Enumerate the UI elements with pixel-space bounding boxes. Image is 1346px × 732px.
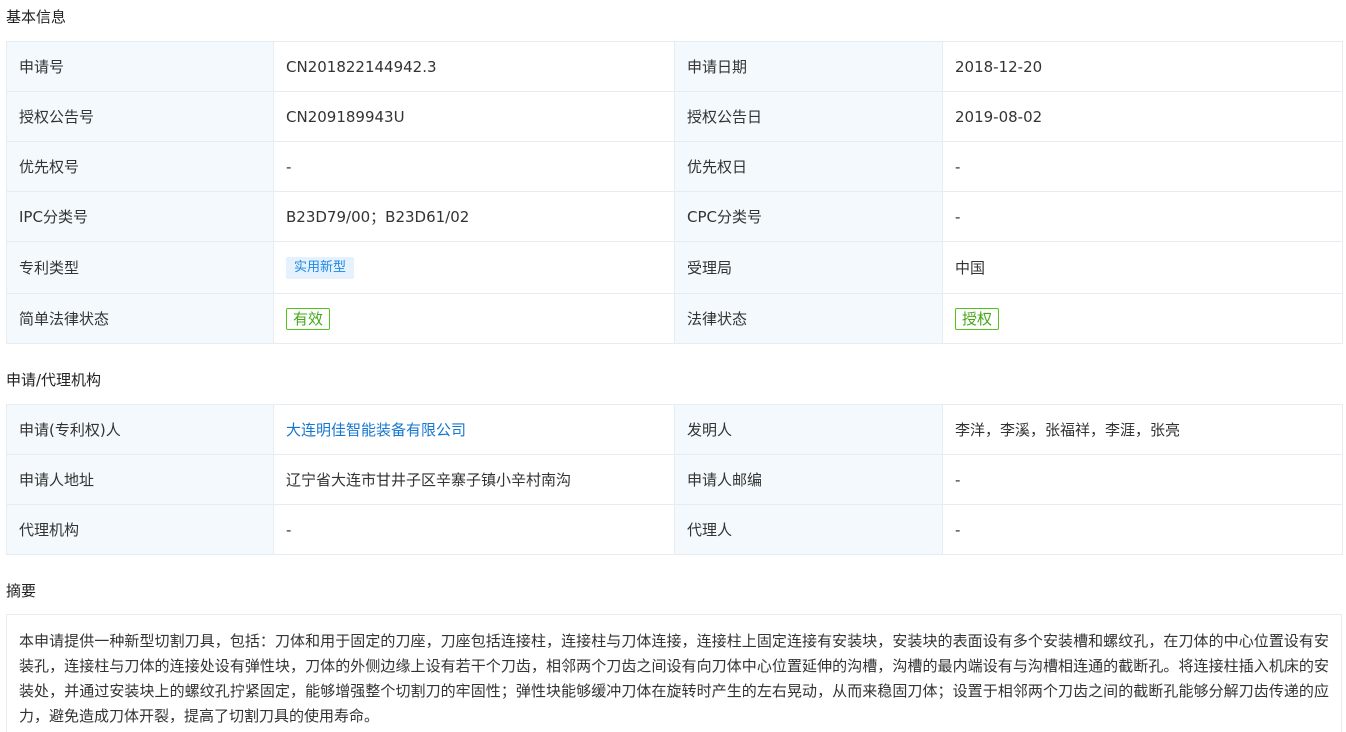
- table-row: 代理机构 - 代理人 -: [6, 504, 1343, 555]
- section-title-abstract: 摘要: [6, 582, 37, 600]
- table-row: 申请人地址 辽宁省大连市甘井子区辛寨子镇小辛村南沟 申请人邮编 -: [6, 454, 1343, 505]
- value-ipc-classification: B23D79/00；B23D61/02: [273, 191, 675, 242]
- value-receiving-office: 中国: [942, 241, 1343, 294]
- value-application-date: 2018-12-20: [942, 41, 1343, 92]
- value-simple-legal-status: 有效: [273, 293, 675, 344]
- table-row: 授权公告号 CN209189943U 授权公告日 2019-08-02: [6, 91, 1343, 142]
- value-priority-number: -: [273, 141, 675, 192]
- label-applicant-address: 申请人地址: [6, 454, 274, 505]
- value-grant-publication-number: CN209189943U: [273, 91, 675, 142]
- basic-info-table: 申请号 CN201822144942.3 申请日期 2018-12-20 授权公…: [6, 41, 1343, 344]
- table-row: 优先权号 - 优先权日 -: [6, 141, 1343, 192]
- simple-legal-status-badge: 有效: [286, 307, 331, 330]
- label-simple-legal-status: 简单法律状态: [6, 293, 274, 344]
- label-patent-type: 专利类型: [6, 241, 274, 294]
- value-application-number: CN201822144942.3: [273, 41, 675, 92]
- label-priority-number: 优先权号: [6, 141, 274, 192]
- label-applicant: 申请(专利权)人: [6, 404, 274, 455]
- label-receiving-office: 受理局: [674, 241, 943, 294]
- value-agent: -: [942, 504, 1343, 555]
- label-grant-publication-date: 授权公告日: [674, 91, 943, 142]
- value-grant-publication-date: 2019-08-02: [942, 91, 1343, 142]
- label-priority-date: 优先权日: [674, 141, 943, 192]
- label-applicant-postcode: 申请人邮编: [674, 454, 943, 505]
- value-applicant: 大连明佳智能装备有限公司: [273, 404, 675, 455]
- label-agency: 代理机构: [6, 504, 274, 555]
- table-row: IPC分类号 B23D79/00；B23D61/02 CPC分类号 -: [6, 191, 1343, 242]
- label-application-number: 申请号: [6, 41, 274, 92]
- section-title-agency: 申请/代理机构: [6, 371, 102, 389]
- value-patent-type: 实用新型: [273, 241, 675, 294]
- value-priority-date: -: [942, 141, 1343, 192]
- patent-type-badge: 实用新型: [286, 256, 355, 279]
- label-cpc-classification: CPC分类号: [674, 191, 943, 242]
- section-title-basic-info: 基本信息: [6, 8, 67, 26]
- agency-table: 申请(专利权)人 大连明佳智能装备有限公司 发明人 李洋，李溪，张福祥，李涯，张…: [6, 404, 1343, 555]
- label-ipc-classification: IPC分类号: [6, 191, 274, 242]
- table-row: 专利类型 实用新型 受理局 中国: [6, 241, 1343, 294]
- label-legal-status: 法律状态: [674, 293, 943, 344]
- legal-status-badge: 授权: [955, 307, 1000, 330]
- value-agency: -: [273, 504, 675, 555]
- table-row: 申请号 CN201822144942.3 申请日期 2018-12-20: [6, 41, 1343, 92]
- value-applicant-address: 辽宁省大连市甘井子区辛寨子镇小辛村南沟: [273, 454, 675, 505]
- applicant-link[interactable]: 大连明佳智能装备有限公司: [286, 421, 466, 439]
- label-agent: 代理人: [674, 504, 943, 555]
- value-inventors: 李洋，李溪，张福祥，李涯，张亮: [942, 404, 1343, 455]
- abstract-text: 本申请提供一种新型切割刀具，包括：刀体和用于固定的刀座，刀座包括连接柱，连接柱与…: [6, 614, 1342, 732]
- value-legal-status: 授权: [942, 293, 1343, 344]
- label-grant-publication-number: 授权公告号: [6, 91, 274, 142]
- table-row: 申请(专利权)人 大连明佳智能装备有限公司 发明人 李洋，李溪，张福祥，李涯，张…: [6, 404, 1343, 455]
- label-application-date: 申请日期: [674, 41, 943, 92]
- label-inventors: 发明人: [674, 404, 943, 455]
- table-row: 简单法律状态 有效 法律状态 授权: [6, 293, 1343, 344]
- value-applicant-postcode: -: [942, 454, 1343, 505]
- value-cpc-classification: -: [942, 191, 1343, 242]
